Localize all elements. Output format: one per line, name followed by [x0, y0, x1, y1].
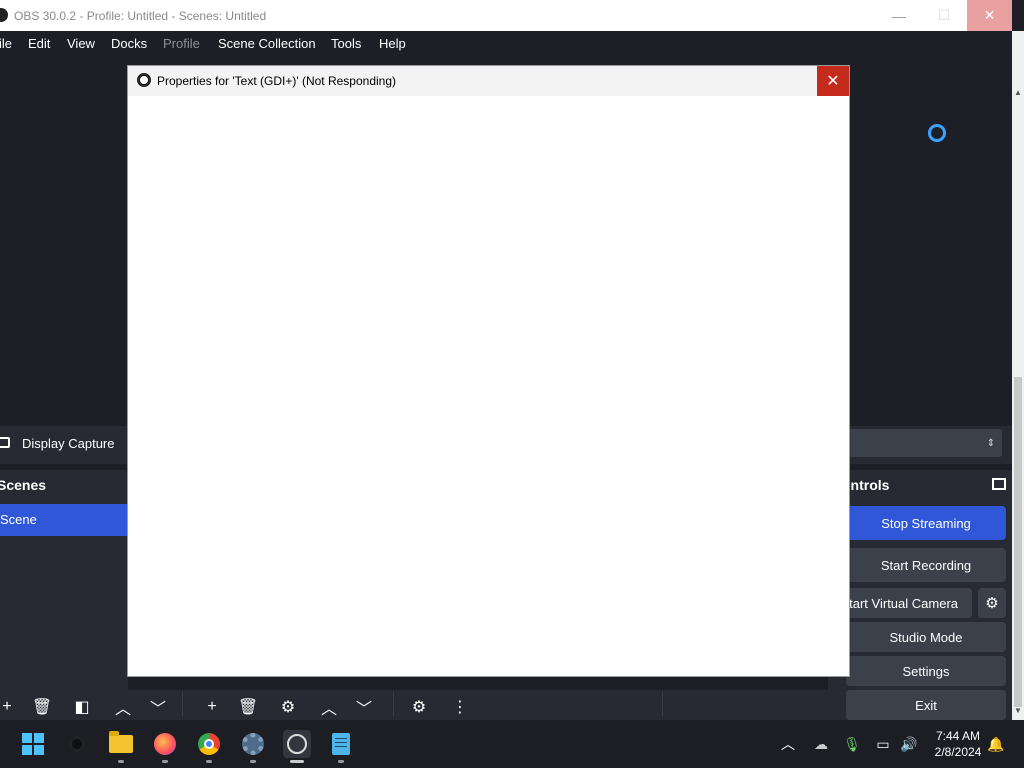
- running-indicator: [162, 760, 168, 763]
- toolbar-separator: [393, 692, 394, 716]
- window-titlebar: OBS 30.0.2 - Profile: Untitled - Scenes:…: [0, 0, 1024, 31]
- tray-overflow-chevron-up-icon[interactable]: ︿: [778, 720, 798, 768]
- taskbar-settings[interactable]: [239, 730, 267, 758]
- windows-logo-icon: [22, 733, 44, 755]
- maximize-button[interactable]: ☐: [921, 0, 967, 31]
- source-move-down-chevron-icon[interactable]: ﹀: [349, 694, 379, 720]
- controls-dock-title: ontrols: [842, 477, 890, 493]
- remove-scene-trash-icon[interactable]: 🗑: [27, 694, 57, 720]
- scenes-dock-title: Scenes: [0, 477, 47, 493]
- folder-icon: [109, 731, 133, 753]
- toolbar-separator: [662, 692, 663, 716]
- network-icon[interactable]: ▭: [872, 720, 894, 768]
- minimize-button[interactable]: —: [876, 0, 922, 31]
- menu-profile[interactable]: Profile: [163, 36, 200, 51]
- stop-streaming-button[interactable]: Stop Streaming: [846, 506, 1006, 540]
- undock-icon[interactable]: [992, 478, 1006, 490]
- scene-move-up-chevron-icon[interactable]: ︿: [108, 694, 138, 720]
- search-button[interactable]: [63, 730, 91, 758]
- menu-tools[interactable]: Tools: [331, 36, 361, 51]
- menu-bar: ile Edit View Docks Profile Scene Collec…: [0, 31, 1012, 56]
- notepad-icon: [332, 733, 350, 755]
- running-indicator: [338, 760, 344, 763]
- taskbar-obs-studio[interactable]: [283, 730, 311, 758]
- taskbar-chrome[interactable]: [195, 730, 223, 758]
- notification-bell-icon[interactable]: 🔔: [986, 720, 1006, 768]
- add-source-plus-icon[interactable]: +: [197, 694, 227, 720]
- chrome-icon: [198, 733, 220, 755]
- microphone-icon[interactable]: 🎙: [842, 720, 862, 768]
- busy-spinner-icon: [928, 124, 946, 142]
- audio-mixer-menu-dots-icon[interactable]: ⋮: [445, 694, 475, 720]
- scroll-down-icon[interactable]: ▼: [1012, 706, 1024, 718]
- controls-dock: ontrols Stop Streaming Start Recording t…: [828, 470, 1012, 720]
- start-recording-button[interactable]: Start Recording: [846, 548, 1006, 582]
- settings-button[interactable]: Settings: [846, 656, 1006, 686]
- scenes-dock: Scenes Scene: [0, 470, 128, 720]
- menu-docks[interactable]: Docks: [111, 36, 147, 51]
- remove-source-trash-icon[interactable]: 🗑: [233, 694, 263, 720]
- onedrive-cloud-icon[interactable]: ☁: [810, 720, 832, 768]
- taskbar-notepad[interactable]: [327, 730, 355, 758]
- start-virtual-camera-button[interactable]: tart Virtual Camera: [846, 588, 972, 618]
- obs-logo-icon: [137, 73, 151, 87]
- source-properties-gear-icon[interactable]: ⚙: [273, 694, 303, 720]
- add-scene-plus-icon[interactable]: +: [0, 694, 22, 720]
- titlebar-edge: [1012, 0, 1024, 31]
- running-indicator: [206, 760, 212, 763]
- context-select[interactable]: [848, 429, 980, 457]
- obs-logo-icon: [0, 8, 8, 22]
- clock-time: 7:44 AM: [935, 729, 981, 743]
- toolbar-separator: [182, 692, 183, 716]
- monitor-icon: [0, 437, 10, 448]
- scene-list-item[interactable]: Scene: [0, 504, 128, 536]
- menu-scene-collection[interactable]: Scene Collection: [218, 36, 316, 51]
- menu-view[interactable]: View: [67, 36, 95, 51]
- scene-filters-icon[interactable]: ◧: [67, 694, 97, 720]
- taskbar-firefox[interactable]: [151, 730, 179, 758]
- selected-source-label: Display Capture: [22, 436, 115, 451]
- dialog-title: Properties for 'Text (GDI+)' (Not Respon…: [157, 74, 397, 88]
- window-title: OBS 30.0.2 - Profile: Untitled - Scenes:…: [14, 9, 267, 23]
- scrollbar-thumb[interactable]: [1014, 377, 1022, 707]
- properties-dialog: Properties for 'Text (GDI+)' (Not Respon…: [128, 66, 849, 676]
- menu-file[interactable]: ile: [0, 36, 12, 51]
- dialog-close-button[interactable]: ✕: [817, 66, 849, 96]
- source-move-up-chevron-icon[interactable]: ︿: [314, 694, 344, 720]
- start-button[interactable]: [19, 730, 47, 758]
- taskbar-clock[interactable]: 7:44 AM 2/8/2024: [924, 728, 992, 760]
- exit-button[interactable]: Exit: [846, 690, 1006, 720]
- running-indicator: [118, 760, 124, 763]
- firefox-icon: [154, 733, 176, 755]
- active-indicator: [290, 760, 304, 763]
- obs-icon: [283, 730, 311, 758]
- menu-help[interactable]: Help: [379, 36, 406, 51]
- chevron-updown-icon[interactable]: ⇕: [980, 429, 1002, 457]
- running-indicator: [250, 760, 256, 763]
- scroll-up-icon[interactable]: ▲: [1012, 88, 1024, 100]
- volume-icon[interactable]: 🔊: [898, 720, 920, 768]
- settings-gear-icon: [242, 733, 264, 755]
- close-button[interactable]: ✕: [967, 0, 1012, 31]
- virtual-camera-settings-gear-icon[interactable]: ⚙: [978, 588, 1006, 618]
- audio-mixer-gears-icon[interactable]: ⚙: [404, 694, 434, 720]
- clock-date: 2/8/2024: [934, 745, 982, 759]
- taskbar-file-explorer[interactable]: [107, 730, 135, 758]
- studio-mode-button[interactable]: Studio Mode: [846, 622, 1006, 652]
- menu-edit[interactable]: Edit: [28, 36, 50, 51]
- scene-move-down-chevron-icon[interactable]: ﹀: [143, 694, 173, 720]
- search-icon: [69, 736, 85, 752]
- dialog-titlebar: Properties for 'Text (GDI+)' (Not Respon…: [128, 66, 849, 96]
